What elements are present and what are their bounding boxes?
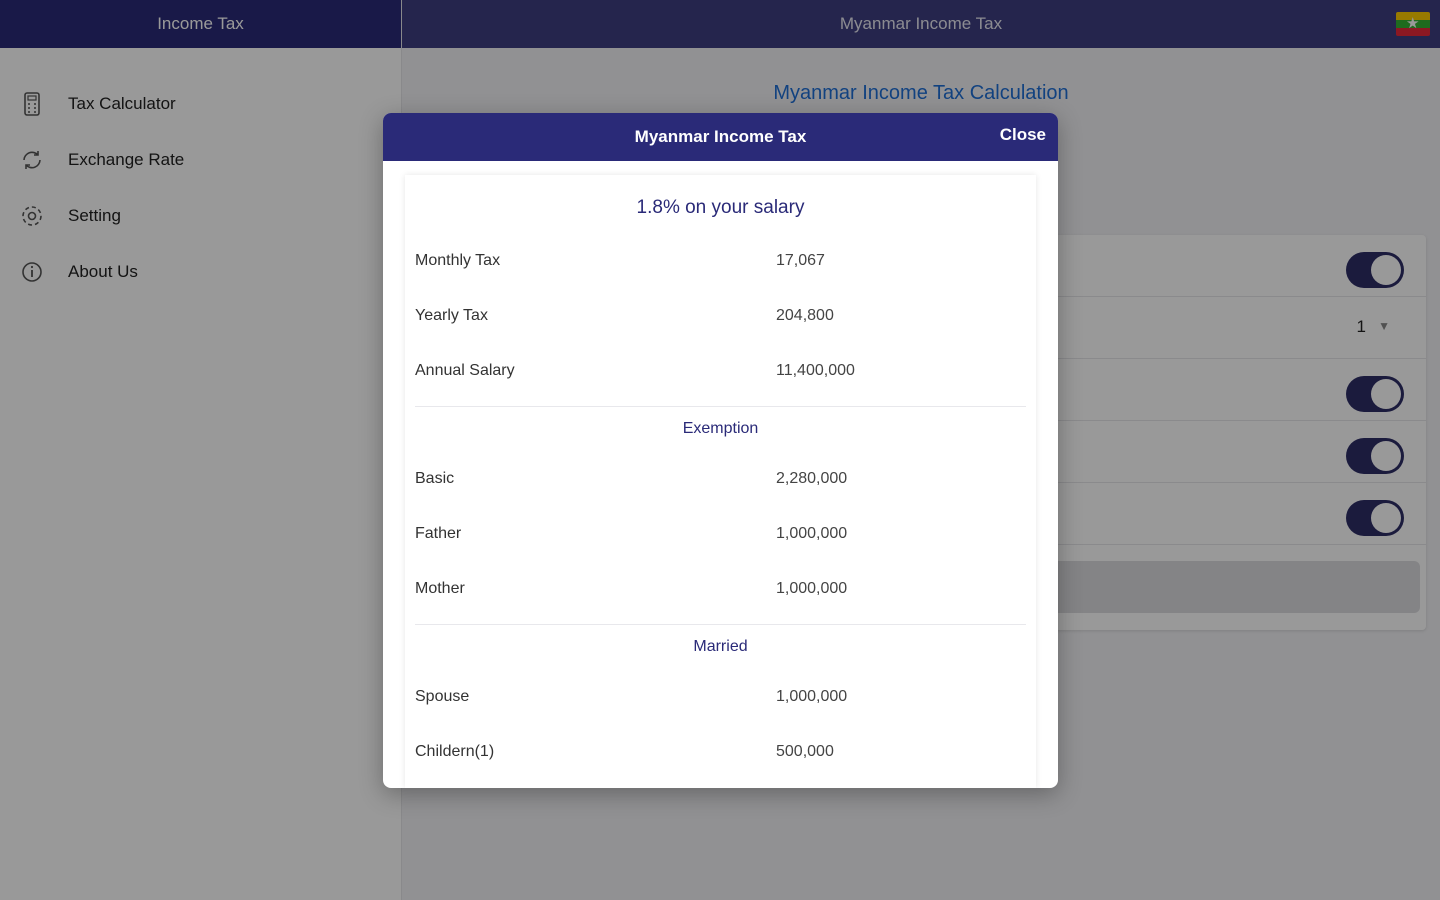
married-row-spouse: Spouse 1,000,000 — [415, 669, 1026, 724]
row-label: Mother — [415, 579, 465, 597]
exemption-row-basic: Basic 2,280,000 — [415, 451, 1026, 506]
tax-rate-summary: 1.8% on your salary — [636, 197, 805, 218]
row-label: Annual Salary — [415, 361, 515, 379]
result-row-annual-salary: Annual Salary 11,400,000 — [415, 343, 1026, 398]
row-value: 11,400,000 — [776, 361, 855, 379]
row-value: 1,000,000 — [776, 524, 848, 542]
section-heading-exemption: Exemption — [682, 420, 759, 437]
row-label: Father — [415, 524, 462, 542]
exemption-row-mother: Mother 1,000,000 — [415, 561, 1026, 616]
dialog-header: Myanmar Income Tax Close — [383, 113, 1058, 161]
row-value: 1,000,000 — [776, 687, 848, 705]
dialog-title: Myanmar Income Tax — [634, 127, 807, 146]
result-row-yearly-tax: Yearly Tax 204,800 — [415, 288, 1026, 343]
married-row-children: Childern(1) 500,000 — [415, 724, 1026, 779]
dialog-body: 1.8% on your salary Monthly Tax 17,067 Y… — [405, 175, 1036, 788]
result-rows: Monthly Tax 17,067 Yearly Tax 204,800 An… — [405, 233, 1036, 779]
row-value: 500,000 — [776, 742, 834, 760]
close-button[interactable]: Close — [1000, 125, 1046, 145]
exemption-row-father: Father 1,000,000 — [415, 506, 1026, 561]
row-value: 17,067 — [776, 251, 825, 269]
section-heading-married: Married — [693, 638, 748, 655]
row-label: Childern(1) — [415, 742, 495, 760]
result-dialog: Myanmar Income Tax Close 1.8% on your sa… — [383, 113, 1058, 788]
row-value: 1,000,000 — [776, 579, 848, 597]
result-row-monthly-tax: Monthly Tax 17,067 — [415, 233, 1026, 288]
row-label: Spouse — [415, 687, 470, 705]
row-label: Monthly Tax — [415, 251, 501, 269]
row-value: 2,280,000 — [776, 469, 848, 487]
row-label: Yearly Tax — [415, 306, 488, 324]
row-label: Basic — [415, 469, 455, 487]
row-value: 204,800 — [776, 306, 834, 324]
